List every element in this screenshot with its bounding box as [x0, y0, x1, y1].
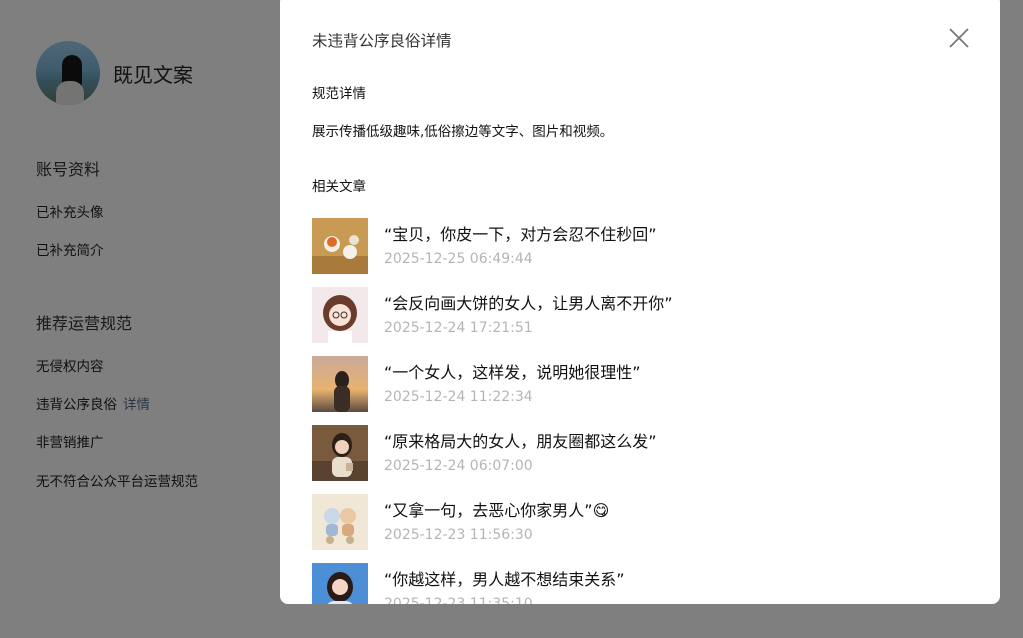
article-title: “宝贝，你皮一下，对方会忍不住秒回” [384, 225, 657, 244]
article-date: 2025-12-23 11:35:10 [384, 596, 533, 604]
article-date: 2025-12-24 06:07:00 [384, 458, 533, 474]
close-icon [949, 28, 969, 48]
article-thumbnail [312, 218, 368, 274]
article-thumbnail [312, 563, 368, 604]
article-title: “又拿一句，去恶心你家男人”😋 [384, 501, 610, 520]
article-title: “你越这样，男人越不想结束关系” [384, 570, 625, 589]
spec-heading: 规范详情 [312, 86, 366, 102]
article-item[interactable]: “又拿一句，去恶心你家男人”😋 2025-12-23 11:56:30 [312, 494, 972, 563]
article-list: “宝贝，你皮一下，对方会忍不住秒回” 2025-12-25 06:49:44 “… [312, 218, 972, 604]
spec-description: 展示传播低级趣味,低俗擦边等文字、图片和视频。 [312, 124, 614, 140]
article-date: 2025-12-25 06:49:44 [384, 251, 533, 267]
article-date: 2025-12-24 17:21:51 [384, 320, 533, 336]
article-title: “一个女人，这样发，说明她很理性” [384, 363, 641, 382]
close-button[interactable] [944, 23, 974, 53]
article-thumbnail [312, 287, 368, 343]
article-item[interactable]: “会反向画大饼的女人，让男人离不开你” 2025-12-24 17:21:51 [312, 287, 972, 356]
article-item[interactable]: “宝贝，你皮一下，对方会忍不住秒回” 2025-12-25 06:49:44 [312, 218, 972, 287]
article-thumbnail [312, 494, 368, 550]
article-thumbnail [312, 425, 368, 481]
related-heading: 相关文章 [312, 179, 366, 195]
article-thumbnail [312, 356, 368, 412]
modal-title: 未违背公序良俗详情 [312, 32, 452, 50]
article-date: 2025-12-24 11:22:34 [384, 389, 533, 405]
article-item[interactable]: “一个女人，这样发，说明她很理性” 2025-12-24 11:22:34 [312, 356, 972, 425]
details-modal: 未违背公序良俗详情 规范详情 展示传播低级趣味,低俗擦边等文字、图片和视频。 相… [280, 0, 1000, 604]
article-title: “原来格局大的女人，朋友圈都这么发” [384, 432, 657, 451]
article-item[interactable]: “你越这样，男人越不想结束关系” 2025-12-23 11:35:10 [312, 563, 972, 604]
article-item[interactable]: “原来格局大的女人，朋友圈都这么发” 2025-12-24 06:07:00 [312, 425, 972, 494]
article-title: “会反向画大饼的女人，让男人离不开你” [384, 294, 673, 313]
article-date: 2025-12-23 11:56:30 [384, 527, 533, 543]
